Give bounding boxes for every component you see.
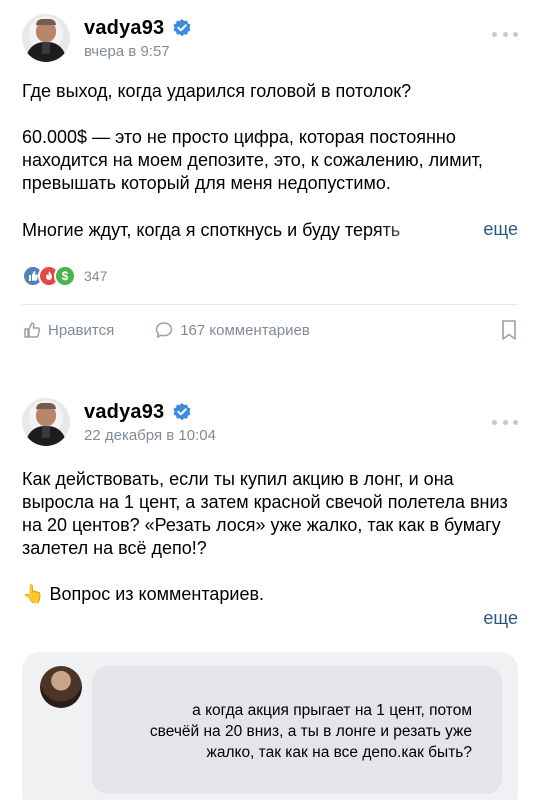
thumbs-up-icon (24, 322, 41, 338)
comment-bubble: а когда акция прыгает на 1 цент, потом с… (92, 666, 502, 794)
author-name[interactable]: vadya93 (84, 17, 164, 40)
comments-button[interactable]: 167 комментариев (154, 320, 310, 340)
paragraph: Где выход, когда ударился головой в пото… (22, 81, 412, 101)
post-text: Где выход, когда ударился головой в пото… (22, 80, 522, 195)
post-header: vadya93 вчера в 9:57 (22, 14, 192, 62)
author-name[interactable]: vadya93 (84, 401, 164, 424)
reactions-bar[interactable]: $ 347 (22, 265, 107, 287)
post-actions: Нравится 167 комментариев (22, 320, 518, 340)
post-time[interactable]: 22 декабря в 10:04 (84, 427, 216, 444)
reactions-count: 347 (84, 268, 108, 284)
more-dots-icon[interactable] (492, 418, 518, 426)
verified-badge-icon (173, 19, 191, 37)
avatar[interactable] (22, 14, 70, 62)
divider (22, 304, 518, 305)
like-button[interactable]: Нравится (22, 320, 114, 340)
comments-label: 167 комментариев (180, 321, 310, 339)
verified-badge-icon (173, 403, 191, 421)
post-header: vadya93 22 декабря в 10:04 (22, 398, 216, 446)
avatar[interactable] (22, 398, 70, 446)
post-text: Как действовать, если ты купил акцию в л… (22, 468, 522, 606)
post-time[interactable]: вчера в 9:57 (84, 43, 192, 60)
money-reaction-icon: $ (54, 265, 76, 287)
question-line: 👆 Вопрос из комментариев. (22, 584, 265, 604)
quoted-comment-image[interactable]: а когда акция прыгает на 1 цент, потом с… (22, 652, 518, 800)
more-dots-icon[interactable] (492, 30, 518, 38)
like-label: Нравится (48, 321, 115, 339)
post-1: vadya93 вчера в 9:57 Где выход, когда уд… (0, 0, 540, 370)
paragraph: Как действовать, если ты купил акцию в л… (22, 469, 508, 558)
comment-icon (155, 322, 173, 338)
show-more-link[interactable]: еще (483, 219, 518, 240)
paragraph: 60.000$ — это не просто цифра, которая п… (22, 127, 483, 193)
show-more-link[interactable]: еще (483, 608, 518, 629)
pointing-up-emoji: 👆 (22, 584, 45, 604)
comment-text: а когда акция прыгает на 1 цент, потом с… (149, 702, 472, 761)
commenter-avatar (40, 666, 82, 708)
bookmark-icon[interactable] (500, 319, 518, 341)
truncated-line: Многие ждут, когда я споткнусь и буду те… (22, 220, 401, 240)
